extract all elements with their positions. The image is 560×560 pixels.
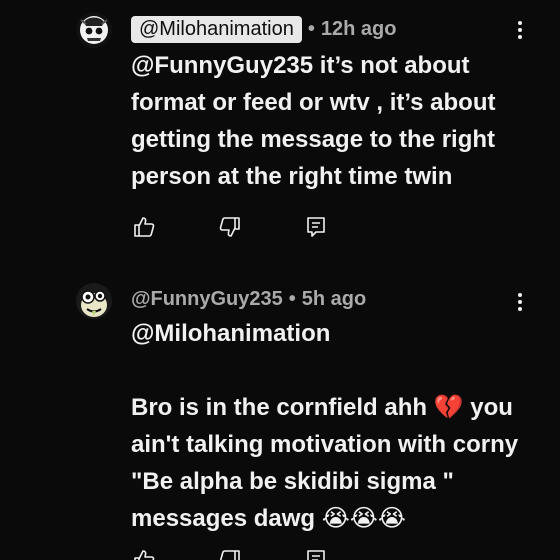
- avatar[interactable]: [76, 12, 112, 48]
- meta-separator: •: [307, 17, 315, 40]
- cartoon-face-avatar-icon: [76, 283, 112, 319]
- comment-time: 12h ago: [320, 17, 397, 40]
- comment-time: 5h ago: [301, 287, 367, 310]
- author-name[interactable]: @Milohanimation: [131, 15, 302, 43]
- thumbs-up-icon: [134, 217, 155, 237]
- comment-meta: @FunnyGuy235 • 5h ago: [131, 285, 366, 313]
- comment-meta: @Milohanimation • 12h ago: [131, 15, 396, 43]
- comment-text: @FunnyGuy235 it’s not about format or fe…: [131, 52, 503, 190]
- avatar[interactable]: [76, 283, 112, 319]
- comment-actions: [131, 547, 389, 560]
- meta-separator: •: [288, 287, 296, 310]
- comment-item: @Milohanimation • 12h ago @FunnyGuy235 i…: [0, 0, 560, 250]
- reply-comment-icon: [307, 550, 325, 560]
- skull-logo-avatar-icon: [76, 12, 112, 48]
- dislike-button[interactable]: [217, 547, 243, 560]
- thumbs-down-icon: [219, 217, 240, 237]
- comments-screen: @Milohanimation • 12h ago @FunnyGuy235 i…: [0, 0, 560, 560]
- reply-button[interactable]: [303, 214, 329, 240]
- comment-item: @FunnyGuy235 • 5h ago @Milohanimation Br…: [0, 275, 560, 560]
- author-name[interactable]: @FunnyGuy235: [131, 288, 283, 311]
- dislike-button[interactable]: [217, 214, 243, 240]
- reply-comment-icon: [307, 217, 325, 237]
- like-button[interactable]: [131, 214, 157, 240]
- comment-actions: [131, 214, 389, 240]
- comment-text: @Milohanimation Bro is in the cornfield …: [131, 320, 519, 532]
- reply-button[interactable]: [303, 547, 329, 560]
- like-button[interactable]: [131, 547, 157, 560]
- thumbs-down-icon: [219, 550, 240, 560]
- more-vertical-icon[interactable]: [512, 18, 528, 42]
- more-vertical-icon[interactable]: [512, 290, 528, 314]
- thumbs-up-icon: [134, 550, 155, 560]
